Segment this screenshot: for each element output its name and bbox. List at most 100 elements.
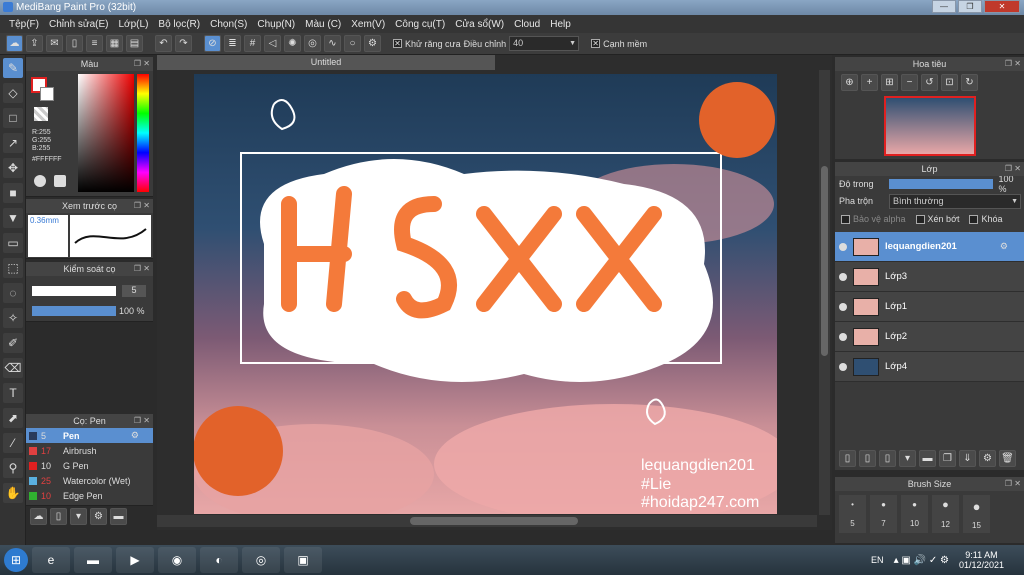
- artwork-canvas[interactable]: lequangdien201 #Lie #hoidap247.com: [194, 74, 777, 514]
- fit-icon[interactable]: ⊞: [881, 74, 898, 91]
- menu-help[interactable]: Help: [545, 19, 576, 30]
- navigator-thumbnail[interactable]: [883, 96, 976, 156]
- restore-button[interactable]: ❐: [958, 0, 982, 13]
- menu-select[interactable]: Chọn(S): [205, 19, 252, 30]
- close-button[interactable]: ✕: [984, 0, 1020, 13]
- gradient-tool-icon[interactable]: ▭: [3, 233, 23, 253]
- bucket-tool-icon[interactable]: ▼: [3, 208, 23, 228]
- chat-icon[interactable]: ✉: [46, 35, 63, 52]
- new-layer-icon[interactable]: ▯: [839, 450, 856, 467]
- new-file-icon[interactable]: ▯: [66, 35, 83, 52]
- cloud-brush-icon[interactable]: ☁: [30, 508, 47, 525]
- chrome-icon[interactable]: ◉: [158, 547, 196, 573]
- start-button[interactable]: ⊞: [4, 548, 28, 572]
- menu-filter[interactable]: Bộ lọc(R): [153, 19, 205, 30]
- rotate-reset-icon[interactable]: ⊡: [941, 74, 958, 91]
- antialias-checkbox[interactable]: ✕ Khử răng cưa: [393, 39, 461, 49]
- fill-shape-icon[interactable]: ■: [3, 183, 23, 203]
- brush-list-item[interactable]: 17 Airbrush: [26, 443, 153, 458]
- color-picker-icon[interactable]: [34, 175, 46, 187]
- color-wheel-icon[interactable]: [54, 175, 66, 187]
- rotate-left-icon[interactable]: ↺: [921, 74, 938, 91]
- menu-color[interactable]: Màu (C): [300, 19, 346, 30]
- menu-layer[interactable]: Lớp(L): [114, 19, 154, 30]
- horizontal-scrollbar[interactable]: [157, 515, 817, 527]
- media-player-icon[interactable]: ▶: [116, 547, 154, 573]
- brush-size-value[interactable]: 5: [122, 285, 146, 297]
- new-raster-layer-icon[interactable]: ▯: [879, 450, 896, 467]
- cloud-icon[interactable]: ☁: [6, 35, 23, 52]
- menu-file[interactable]: Tệp(F): [4, 19, 44, 30]
- brush-size-slider[interactable]: [32, 286, 116, 296]
- coccoc-icon[interactable]: ◐: [200, 547, 238, 573]
- line-tool-icon[interactable]: ↗: [3, 133, 23, 153]
- move-tool-icon[interactable]: ✥: [3, 158, 23, 178]
- zoom-out-icon[interactable]: −: [901, 74, 918, 91]
- dropper-icon[interactable]: ⚲: [3, 458, 23, 478]
- layer-settings-icon[interactable]: ⚙: [979, 450, 996, 467]
- medibang-icon[interactable]: ◎: [242, 547, 280, 573]
- layer-row[interactable]: Lớp2: [835, 322, 1024, 352]
- brush-list-item[interactable]: 10 Edge Pen: [26, 488, 153, 503]
- document-tab[interactable]: Untitled: [157, 55, 495, 70]
- menu-window[interactable]: Cửa sổ(W): [450, 19, 509, 30]
- language-indicator[interactable]: EN: [871, 555, 894, 565]
- vertical-scrollbar[interactable]: [819, 70, 830, 515]
- merge-layer-icon[interactable]: ⇓: [959, 450, 976, 467]
- text-tool-icon[interactable]: T: [3, 383, 23, 403]
- undo-icon[interactable]: ↶: [155, 35, 172, 52]
- eye-icon[interactable]: [839, 362, 847, 371]
- lasso-tool-icon[interactable]: ◌: [3, 283, 23, 303]
- grid-icon[interactable]: ▦: [106, 35, 123, 52]
- duplicate-layer-icon[interactable]: ❐: [939, 450, 956, 467]
- eye-icon[interactable]: [839, 332, 847, 341]
- lock-checkbox[interactable]: Khóa: [969, 214, 1003, 224]
- eye-icon[interactable]: [839, 242, 847, 251]
- ellipse-snap-icon[interactable]: ○: [344, 35, 361, 52]
- brush-size-option[interactable]: ● 12: [932, 495, 959, 533]
- palette-icon[interactable]: ▤: [126, 35, 143, 52]
- layer-row[interactable]: lequangdien201 ⚙: [835, 232, 1024, 262]
- zoom-in-icon[interactable]: +: [861, 74, 878, 91]
- layer-row[interactable]: Lớp3: [835, 262, 1024, 292]
- brush-opacity-slider[interactable]: [32, 306, 116, 316]
- snap-off-icon[interactable]: ⊘: [204, 35, 221, 52]
- select-tool-icon[interactable]: ⬚: [3, 258, 23, 278]
- new-halftone-layer-icon[interactable]: ▯: [859, 450, 876, 467]
- eraser-tool-icon[interactable]: ◇: [3, 83, 23, 103]
- brush-list-item[interactable]: 5 Pen ⚙: [26, 428, 153, 443]
- operation-tool-icon[interactable]: ⬈: [3, 408, 23, 428]
- protect-alpha-checkbox[interactable]: Bảo vệ alpha: [841, 214, 906, 224]
- brush-size-option[interactable]: ● 7: [870, 495, 897, 533]
- redo-icon[interactable]: ↷: [175, 35, 192, 52]
- smooth-edge-checkbox[interactable]: ✕ Cạnh mềm: [591, 39, 647, 49]
- menu-view[interactable]: Xem(V): [346, 19, 390, 30]
- eye-icon[interactable]: [839, 302, 847, 311]
- parallel-snap-icon[interactable]: ≣: [224, 35, 241, 52]
- minimize-button[interactable]: —: [932, 0, 956, 13]
- menu-cloud[interactable]: Cloud: [509, 19, 545, 30]
- delete-layer-icon[interactable]: 🗑: [999, 450, 1016, 467]
- adjust-dropdown[interactable]: 40: [509, 36, 580, 51]
- menu-tools[interactable]: Công cụ(T): [390, 19, 450, 30]
- layer-row[interactable]: Lớp4: [835, 352, 1024, 382]
- brush-size-option[interactable]: ● 15: [963, 495, 990, 533]
- brush-menu-icon[interactable]: ▾: [70, 508, 87, 525]
- rotate-right-icon[interactable]: ↻: [961, 74, 978, 91]
- share-icon[interactable]: ⇪: [26, 35, 43, 52]
- vanish-snap-icon[interactable]: ◁: [264, 35, 281, 52]
- transparent-swatch[interactable]: [34, 107, 48, 121]
- brush-size-option[interactable]: ● 10: [901, 495, 928, 533]
- circle-snap-icon[interactable]: ◎: [304, 35, 321, 52]
- add-brush-icon[interactable]: ▯: [50, 508, 67, 525]
- explorer-icon[interactable]: ▬: [74, 547, 112, 573]
- brush-size-option[interactable]: • 5: [839, 495, 866, 533]
- clipping-checkbox[interactable]: Xén bớt: [915, 214, 959, 224]
- background-color-swatch[interactable]: [40, 87, 54, 101]
- gear-icon[interactable]: ⚙: [1000, 241, 1024, 252]
- select-eraser-icon[interactable]: ⌫: [3, 358, 23, 378]
- eyedropper-tool-icon[interactable]: ⁄: [3, 433, 23, 453]
- zoom-fit-icon[interactable]: ⊕: [841, 74, 858, 91]
- brush-list-item[interactable]: 10 G Pen: [26, 458, 153, 473]
- hand-tool-icon[interactable]: ✋: [3, 483, 23, 503]
